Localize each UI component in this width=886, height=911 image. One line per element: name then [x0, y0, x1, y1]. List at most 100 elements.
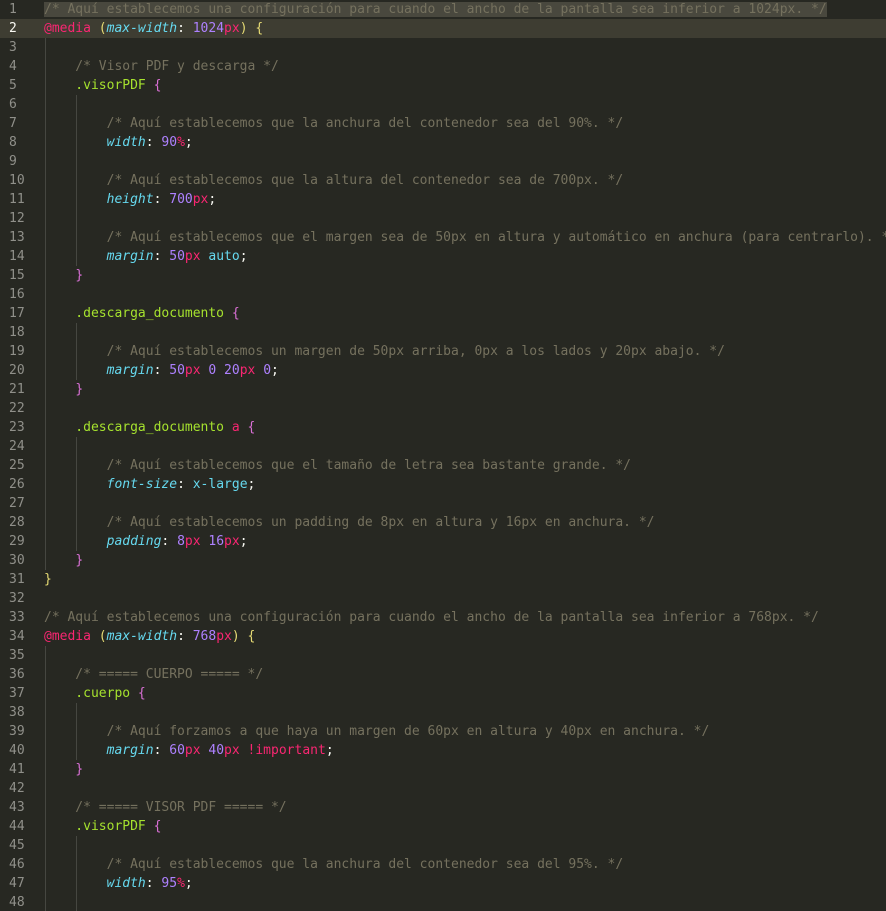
code-line[interactable]: 8 width: 90%; — [0, 133, 886, 152]
code-line[interactable]: 15 } — [0, 266, 886, 285]
code-line[interactable]: 34 @media (max-width: 768px) { — [0, 627, 886, 646]
line-number: 36 — [9, 667, 25, 682]
code-token: 95 — [161, 876, 178, 891]
line-number: 11 — [9, 192, 25, 207]
code-line[interactable]: 9 — [0, 152, 886, 171]
code-token: : — [177, 629, 193, 644]
code-line[interactable]: 5 .visorPDF { — [0, 76, 886, 95]
code-token: x-large — [192, 477, 248, 492]
line-code: } — [44, 570, 52, 589]
code-line[interactable]: 45 — [0, 836, 886, 855]
code-line[interactable]: 40 margin: 60px 40px !important; — [0, 741, 886, 760]
line-number: 9 — [9, 154, 17, 169]
line-number: 12 — [9, 211, 25, 226]
line-code: /* Aquí establecemos un padding de 8px e… — [44, 513, 655, 532]
code-line[interactable]: 18 — [0, 323, 886, 342]
code-line[interactable]: 43 /* ===== VISOR PDF ===== */ — [0, 798, 886, 817]
code-line[interactable]: 27 — [0, 494, 886, 513]
code-editor[interactable]: 1 /* Aquí establecemos una configuración … — [0, 0, 886, 911]
line-number: 47 — [9, 876, 25, 891]
code-line[interactable]: 20 margin: 50px 0 20px 0; — [0, 361, 886, 380]
code-line[interactable]: 41 } — [0, 760, 886, 779]
code-line[interactable]: 25 /* Aquí establecemos que el tamaño de… — [0, 456, 886, 475]
line-number: 15 — [9, 268, 25, 283]
code-token: { — [239, 629, 256, 644]
code-line[interactable]: 29 padding: 8px 16px; — [0, 532, 886, 551]
code-line[interactable]: 31} — [0, 570, 886, 589]
code-line[interactable]: 11 height: 700px; — [0, 190, 886, 209]
line-number: 41 — [9, 762, 25, 777]
code-line[interactable]: 30 } — [0, 551, 886, 570]
code-line[interactable]: 23 .descarga_documento a { — [0, 418, 886, 437]
code-line[interactable]: 3 — [0, 38, 886, 57]
code-token: ; — [184, 876, 193, 891]
code-line[interactable]: 19 /* Aquí establecemos un margen de 50p… — [0, 342, 886, 361]
code-line[interactable]: 10 /* Aquí establecemos que la altura de… — [0, 171, 886, 190]
line-code: @media (max-width: 1024px) { — [44, 19, 263, 38]
code-line[interactable]: 28 /* Aquí establecemos un padding de 8p… — [0, 513, 886, 532]
code-token: .cuerpo — [44, 686, 138, 701]
code-token: ; — [247, 477, 256, 492]
code-line[interactable]: 24 — [0, 437, 886, 456]
line-number: 39 — [9, 724, 25, 739]
line-code: margin: 50px 0 20px 0; — [44, 361, 279, 380]
code-token: @ — [44, 21, 52, 36]
line-number: 26 — [9, 477, 25, 492]
line-code: padding: 8px 16px; — [44, 532, 248, 551]
code-token: 1024 — [192, 21, 225, 36]
line-number: 1 — [9, 2, 17, 17]
code-token: /* Aquí forzamos a que haya un margen de… — [44, 724, 710, 739]
code-token: { — [239, 420, 256, 435]
code-line[interactable]: 48 — [0, 893, 886, 911]
code-line[interactable]: 1 /* Aquí establecemos una configuración … — [0, 0, 886, 19]
code-line[interactable]: 6 — [0, 95, 886, 114]
code-line[interactable]: 42 — [0, 779, 886, 798]
code-token: : — [153, 192, 170, 207]
code-line[interactable]: 7 /* Aquí establecemos que la anchura de… — [0, 114, 886, 133]
code-token: 50 — [169, 249, 185, 264]
code-line[interactable]: 12 — [0, 209, 886, 228]
code-line[interactable]: 44 .visorPDF { — [0, 817, 886, 836]
code-line[interactable]: 39 /* Aquí forzamos a que haya un margen… — [0, 722, 886, 741]
line-code: } — [44, 380, 83, 399]
line-code: /* Aquí forzamos a que haya un margen de… — [44, 722, 710, 741]
code-token: /* Aquí establecemos que la anchura del … — [44, 857, 624, 872]
code-line[interactable]: 17 .descarga_documento { — [0, 304, 886, 323]
code-token: 768 — [192, 629, 217, 644]
code-token: : — [153, 249, 170, 264]
code-token: width — [106, 135, 146, 150]
code-token: { — [153, 819, 162, 834]
line-number: 16 — [9, 287, 25, 302]
line-number: 48 — [9, 895, 25, 910]
code-token: { — [247, 21, 264, 36]
line-number: 46 — [9, 857, 25, 872]
code-line[interactable]: 35 — [0, 646, 886, 665]
code-line[interactable]: 32 — [0, 589, 886, 608]
code-token: 16 — [208, 534, 225, 549]
code-line[interactable]: 33 /* Aquí establecemos una configuración… — [0, 608, 886, 627]
code-token: px — [184, 249, 201, 264]
line-code: /* Aquí establecemos que el tamaño de le… — [44, 456, 631, 475]
code-line[interactable]: 16 — [0, 285, 886, 304]
code-token: media — [51, 21, 91, 36]
code-line[interactable]: 13 /* Aquí establecemos que el margen se… — [0, 228, 886, 247]
code-line[interactable]: 36 /* ===== CUERPO ===== */ — [0, 665, 886, 684]
code-line[interactable]: 2 @media (max-width: 1024px) { — [0, 19, 886, 38]
line-code: .descarga_documento { — [44, 304, 239, 323]
code-line[interactable]: 14 margin: 50px auto; — [0, 247, 886, 266]
code-line[interactable]: 47 width: 95%; — [0, 874, 886, 893]
code-line[interactable]: 22 — [0, 399, 886, 418]
code-line[interactable]: 38 — [0, 703, 886, 722]
code-line[interactable]: 21 } — [0, 380, 886, 399]
code-line[interactable]: 37 .cuerpo { — [0, 684, 886, 703]
code-token: ( — [90, 21, 107, 36]
code-line[interactable]: 26 font-size: x-large; — [0, 475, 886, 494]
code-token: @ — [44, 629, 52, 644]
code-token: height — [106, 192, 154, 207]
code-token: /* Visor PDF y descarga */ — [44, 59, 279, 74]
code-line[interactable]: 46 /* Aquí establecemos que la anchura d… — [0, 855, 886, 874]
line-number: 33 — [9, 610, 25, 625]
code-line[interactable]: 4 /* Visor PDF y descarga */ — [0, 57, 886, 76]
